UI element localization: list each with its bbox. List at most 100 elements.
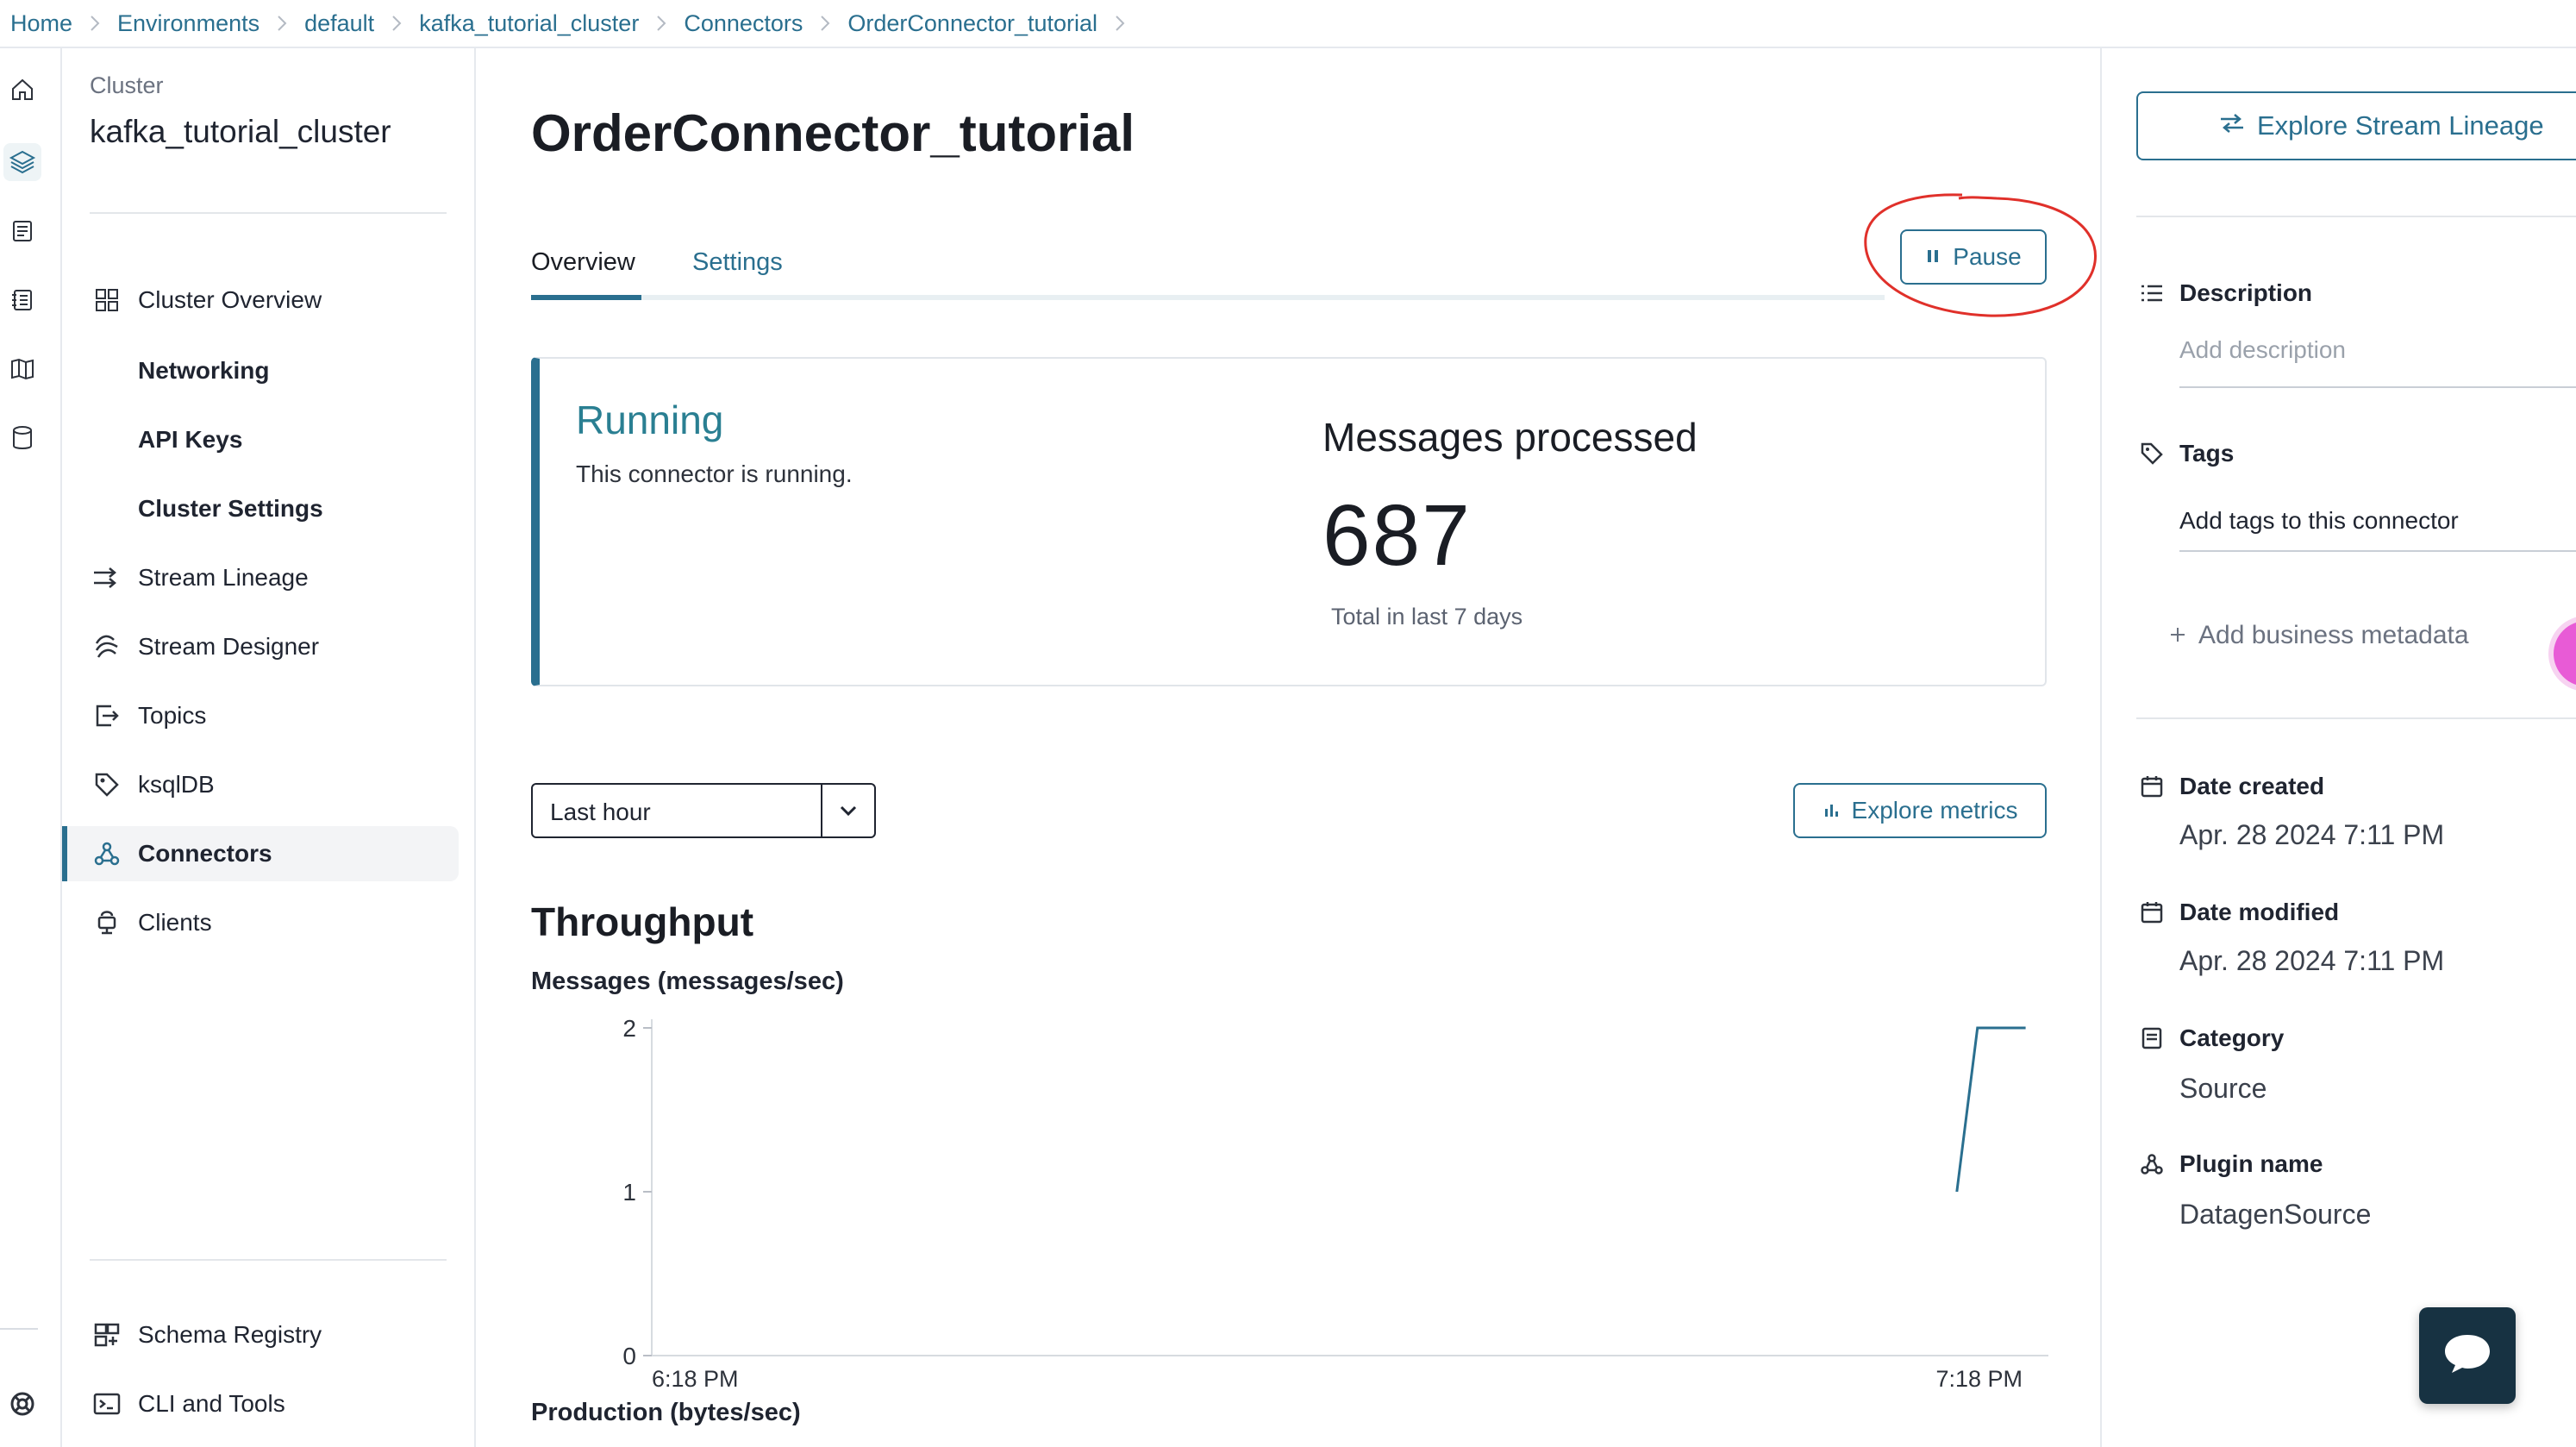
explore-stream-lineage-button[interactable]: Explore Stream Lineage bbox=[2136, 91, 2576, 160]
sidebar-item-cli-tools[interactable]: CLI and Tools bbox=[62, 1376, 459, 1431]
sidebar-item-label: Stream Lineage bbox=[138, 564, 309, 591]
explore-metrics-button[interactable]: Explore metrics bbox=[1793, 783, 2047, 838]
grid-icon bbox=[90, 283, 124, 317]
explore-metrics-label: Explore metrics bbox=[1851, 797, 2018, 824]
assistant-badge-icon[interactable] bbox=[2554, 621, 2576, 686]
x-tick-label: 7:18 PM bbox=[1935, 1366, 2023, 1392]
chat-button[interactable] bbox=[2419, 1307, 2516, 1404]
tags-underline bbox=[2179, 550, 2576, 552]
schema-registry-icon bbox=[90, 1318, 124, 1352]
breadcrumb-cluster[interactable]: kafka_tutorial_cluster bbox=[419, 10, 639, 37]
description-label: Description bbox=[2179, 279, 2313, 306]
tag-icon bbox=[2136, 438, 2167, 469]
terminal-icon bbox=[90, 1387, 124, 1421]
sidebar-item-label: Stream Designer bbox=[138, 633, 320, 660]
pause-label: Pause bbox=[1953, 243, 2022, 270]
sidebar-item-label: Networking bbox=[138, 357, 270, 384]
add-business-metadata-label: Add business metadata bbox=[2198, 621, 2469, 649]
bar-chart-icon bbox=[1823, 797, 1840, 824]
plus-icon bbox=[2169, 621, 2186, 650]
support-icon[interactable] bbox=[3, 1385, 41, 1423]
breadcrumb-home[interactable]: Home bbox=[10, 10, 72, 37]
category-label: Category bbox=[2179, 1024, 2285, 1051]
breadcrumb-default[interactable]: default bbox=[304, 10, 374, 37]
sidebar-item-label: Cluster Settings bbox=[138, 495, 323, 522]
throughput-title: Throughput bbox=[531, 899, 754, 944]
chevron-right-icon bbox=[803, 13, 847, 34]
description-input[interactable]: Add description bbox=[2179, 336, 2346, 364]
stream-lineage-icon bbox=[90, 561, 124, 595]
chevron-right-icon bbox=[374, 13, 419, 34]
status-card: Running This connector is running. Messa… bbox=[531, 357, 2047, 686]
home-icon[interactable] bbox=[3, 71, 41, 109]
plugin-icon bbox=[2136, 1149, 2167, 1180]
sidebar-item-ksqldb[interactable]: ksqlDB bbox=[62, 757, 459, 812]
icon-rail bbox=[0, 48, 62, 1447]
main-content: OrderConnector_tutorial Overview Setting… bbox=[476, 48, 2100, 1447]
tags-label: Tags bbox=[2179, 440, 2235, 467]
description-underline bbox=[2179, 386, 2576, 388]
y-tick-label: 1 bbox=[622, 1179, 636, 1206]
cluster-name: kafka_tutorial_cluster bbox=[90, 114, 391, 149]
sidebar-item-label: Clients bbox=[138, 909, 212, 936]
map-icon[interactable] bbox=[3, 350, 41, 388]
sidebar-item-label: Connectors bbox=[138, 840, 272, 867]
sidebar-divider bbox=[90, 1259, 447, 1261]
calendar-icon bbox=[2136, 897, 2167, 928]
notes-icon[interactable] bbox=[3, 281, 41, 319]
y-tick-label: 0 bbox=[622, 1343, 636, 1369]
date-created-label: Date created bbox=[2179, 773, 2325, 799]
tab-active-underline bbox=[531, 295, 641, 300]
chat-bubble-icon bbox=[2442, 1331, 2493, 1381]
plugin-value: DatagenSource bbox=[2179, 1199, 2372, 1230]
sidebar-item-topics[interactable]: Topics bbox=[62, 688, 459, 743]
production-chart-title: Production (bytes/sec) bbox=[531, 1399, 801, 1426]
sidebar-item-label: Schema Registry bbox=[138, 1321, 322, 1348]
breadcrumb-connectors[interactable]: Connectors bbox=[684, 10, 803, 37]
database-icon[interactable] bbox=[3, 419, 41, 457]
messages-processed-value: 687 bbox=[1322, 487, 1472, 584]
tab-settings[interactable]: Settings bbox=[692, 248, 783, 277]
date-modified-value: Apr. 28 2024 7:11 PM bbox=[2179, 945, 2445, 976]
x-tick-label: 6:18 PM bbox=[652, 1366, 739, 1392]
ksqldb-icon bbox=[90, 767, 124, 802]
chevron-right-icon bbox=[259, 13, 304, 34]
sidebar-item-cluster-overview[interactable]: Cluster Overview bbox=[62, 272, 459, 328]
panel-divider bbox=[2136, 216, 2576, 217]
status-subtitle: This connector is running. bbox=[576, 460, 853, 487]
chevron-right-icon bbox=[1097, 13, 1142, 34]
pause-button[interactable]: Pause bbox=[1900, 229, 2047, 285]
sidebar-item-networking[interactable]: Networking bbox=[62, 343, 459, 398]
y-tick-label: 2 bbox=[622, 1015, 636, 1042]
category-icon bbox=[2136, 1023, 2167, 1054]
tags-input[interactable]: Add tags to this connector bbox=[2179, 507, 2459, 535]
date-created-value: Apr. 28 2024 7:11 PM bbox=[2179, 819, 2445, 850]
clients-icon bbox=[90, 905, 124, 940]
topics-icon bbox=[90, 698, 124, 733]
messages-processed-title: Messages processed bbox=[1322, 415, 1698, 460]
add-business-metadata-link[interactable]: Add business metadata bbox=[2169, 621, 2469, 650]
details-panel: Explore Stream Lineage Description Add d… bbox=[2100, 48, 2576, 1447]
chevron-down-icon[interactable] bbox=[821, 785, 874, 836]
sidebar-kicker: Cluster bbox=[90, 72, 164, 98]
sidebar-item-cluster-settings[interactable]: Cluster Settings bbox=[62, 481, 459, 536]
time-range-value: Last hour bbox=[550, 799, 651, 825]
pause-icon bbox=[1925, 243, 1941, 271]
category-value: Source bbox=[2179, 1073, 2267, 1104]
sidebar-item-api-keys[interactable]: API Keys bbox=[62, 412, 459, 467]
environments-icon[interactable] bbox=[3, 143, 41, 181]
breadcrumb-connector[interactable]: OrderConnector_tutorial bbox=[847, 10, 1097, 37]
connectors-icon bbox=[90, 836, 124, 871]
sidebar-item-connectors[interactable]: Connectors bbox=[62, 826, 459, 881]
series-line bbox=[1955, 1026, 2026, 1193]
time-range-select[interactable]: Last hour bbox=[531, 783, 876, 838]
panel-divider bbox=[2136, 717, 2576, 719]
sidebar-item-schema-registry[interactable]: Schema Registry bbox=[62, 1307, 459, 1362]
sidebar-item-clients[interactable]: Clients bbox=[62, 895, 459, 950]
document-icon[interactable] bbox=[3, 212, 41, 250]
sidebar-item-stream-lineage[interactable]: Stream Lineage bbox=[62, 550, 459, 605]
tab-overview[interactable]: Overview bbox=[531, 248, 635, 277]
sidebar-item-stream-designer[interactable]: Stream Designer bbox=[62, 619, 459, 674]
breadcrumb-environments[interactable]: Environments bbox=[117, 10, 259, 37]
cluster-sidebar: Cluster kafka_tutorial_cluster Cluster O… bbox=[62, 48, 476, 1447]
